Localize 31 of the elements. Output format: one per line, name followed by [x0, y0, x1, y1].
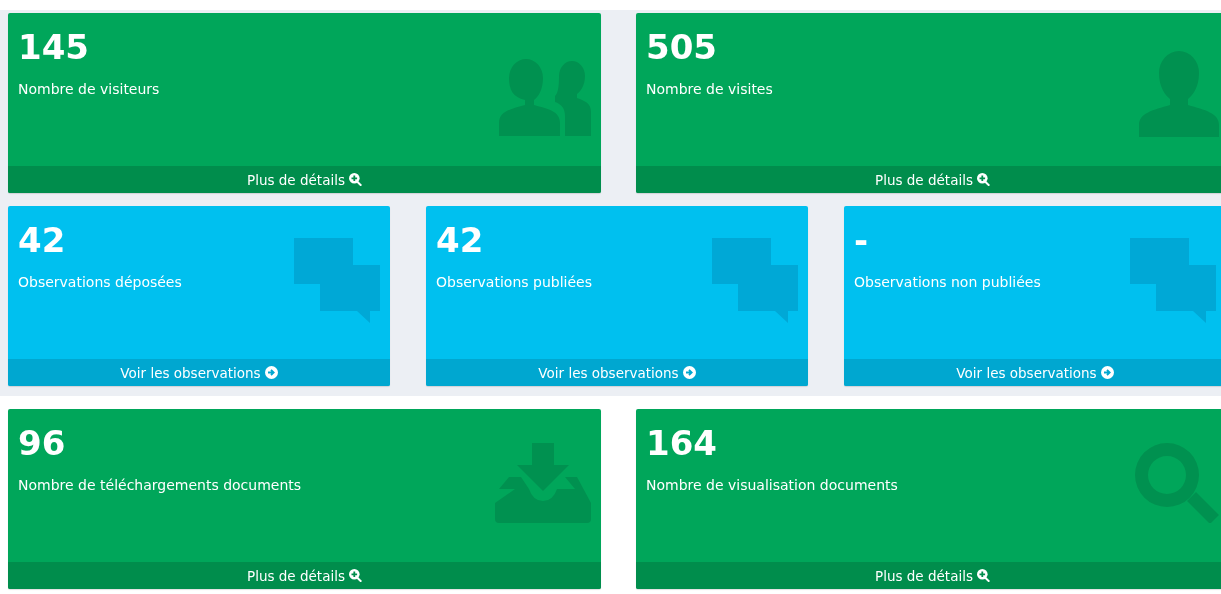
details-link[interactable]: Plus de détails [636, 562, 1221, 589]
stat-value: 145 [18, 26, 89, 69]
details-link[interactable]: Voir les observations [844, 359, 1221, 386]
stat-value: 96 [18, 422, 66, 465]
stat-label: Nombre de téléchargements documents [18, 477, 302, 494]
stat-value: 42 [18, 219, 66, 262]
zoom-in-icon [348, 173, 362, 186]
stat-label: Observations non publiées [854, 274, 1041, 291]
details-link[interactable]: Plus de détails [8, 166, 601, 193]
chat-icon [712, 238, 798, 324]
stat-label: Observations publiées [436, 274, 592, 291]
zoom-in-icon [976, 173, 990, 186]
chat-icon [1130, 238, 1216, 324]
arrow-right-circle-icon [264, 366, 278, 379]
stat-value: - [854, 219, 869, 262]
chat-icon [294, 238, 380, 324]
stat-value: 505 [646, 26, 717, 69]
details-link[interactable]: Voir les observations [8, 359, 390, 386]
details-link[interactable]: Plus de détails [636, 166, 1221, 193]
stat-label: Observations déposées [18, 274, 182, 291]
details-link[interactable]: Voir les observations [426, 359, 808, 386]
zoom-in-icon [348, 569, 362, 582]
stat-label: Nombre de visiteurs [18, 81, 160, 98]
stat-value: 42 [436, 219, 484, 262]
stat-label: Nombre de visualisation documents [646, 477, 898, 494]
stat-value: 164 [646, 422, 717, 465]
zoom-in-icon [976, 569, 990, 582]
arrow-right-circle-icon [682, 366, 696, 379]
arrow-right-circle-icon [1100, 366, 1114, 379]
stat-label: Nombre de visites [646, 81, 773, 98]
details-link[interactable]: Plus de détails [8, 562, 601, 589]
